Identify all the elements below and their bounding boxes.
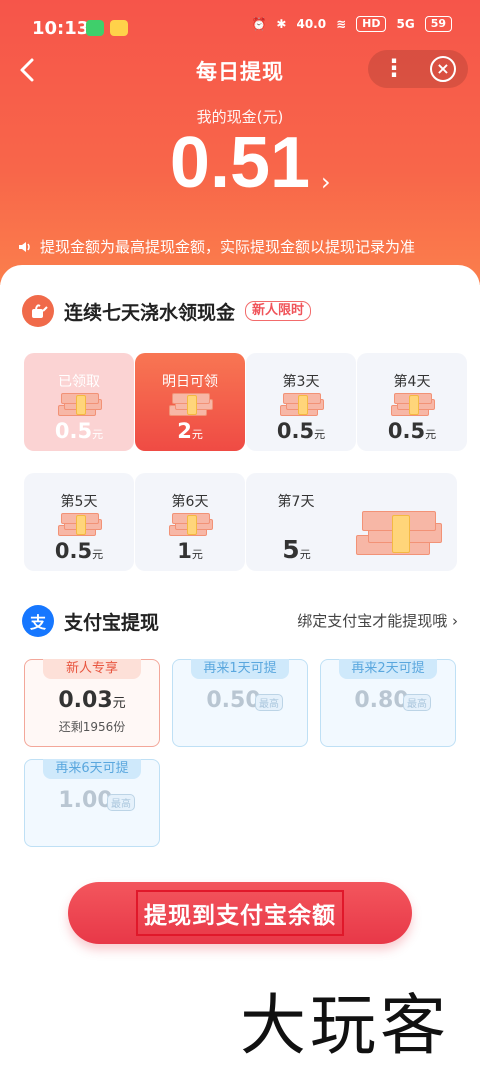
withdraw-option-tag: 再来2天可提 — [339, 659, 437, 679]
day-amount-value: 0.5 — [54, 419, 93, 443]
notice-text: 提现金额为最高提现金额，实际提现金额以提现记录为准 — [40, 238, 416, 256]
day-label: 第7天 — [277, 494, 315, 510]
bind-alipay-link[interactable]: 绑定支付宝才能提现哦 › — [297, 610, 458, 631]
day-amount: 5元 — [136, 535, 457, 564]
checkin-header: 连续七天浇水领现金 新人限时 — [22, 295, 312, 327]
balance-amount[interactable]: 0.51 — [0, 122, 480, 204]
withdraw-option-tag: 再来6天可提 — [43, 759, 141, 779]
withdraw-amount-value: 0.50 — [206, 688, 261, 713]
day-amount: 0.5元 — [24, 539, 134, 563]
day-amount-value: 0.5 — [387, 419, 426, 443]
alipay-icon: 支 — [22, 605, 54, 637]
battery-icon: 59 — [424, 16, 452, 32]
withdraw-option-amount: 0.80元 — [321, 688, 455, 713]
cash-bundle-icon — [169, 513, 213, 537]
withdraw-option-tag: 新人专享 — [43, 659, 141, 679]
cash-bundle-icon — [280, 393, 324, 417]
withdraw-option-remaining: 还剩1956份 — [58, 720, 126, 734]
alipay-title: 支付宝提现 — [64, 611, 160, 634]
checkin-day-card[interactable]: 第7天 5元 — [246, 473, 457, 571]
withdraw-amount-value: 0.80 — [354, 688, 409, 713]
hd-badge: HD — [356, 16, 387, 32]
day-amount-value: 2 — [177, 419, 192, 443]
max-badge: 最高 — [255, 694, 283, 711]
new-user-badge: 新人限时 — [245, 301, 312, 321]
checkin-day-card[interactable]: 第5天 0.5元 — [24, 473, 134, 571]
withdraw-option-amount: 0.50元 — [173, 688, 307, 713]
day-label: 第6天 — [171, 494, 209, 510]
withdraw-amount-unit: 元 — [112, 696, 126, 711]
watermark-logo: 大玩客 — [240, 987, 450, 1064]
mini-program-capsule: ⋮ × — [368, 50, 468, 88]
network-speed: 40.0 — [296, 17, 327, 31]
notice-bar: 提现金额为最高提现金额，实际提现金额以提现记录为准 — [18, 236, 415, 257]
watering-can-icon — [22, 295, 54, 327]
wifi-icon: ≋ — [336, 17, 347, 31]
status-right: ⏰ ✱ 40.0 ≋ HD 5G 59 — [251, 16, 452, 32]
title-bar: 每日提现 ⋮ × — [0, 48, 480, 92]
withdraw-amount-value: 1.00 — [58, 788, 113, 813]
close-icon[interactable]: × — [430, 56, 456, 82]
day-amount-unit: 元 — [92, 428, 104, 441]
withdraw-button-label-box: 提现到支付宝余额 — [128, 882, 352, 944]
cash-bundle-icon — [58, 393, 102, 417]
checkin-day-card[interactable]: 明日可领 2元 — [135, 353, 245, 451]
withdraw-option-card[interactable]: 再来1天可提 0.50元最高 — [172, 659, 308, 747]
content-card: 连续七天浇水领现金 新人限时 已领取 0.5元 明日可领 2元 第3天 0.5元 第4天 0.… — [0, 265, 480, 1073]
withdraw-amount-value: 0.03 — [58, 688, 113, 713]
day-amount-unit: 元 — [92, 548, 104, 561]
cash-bundle-icon — [58, 513, 102, 537]
day-label: 已领取 — [58, 374, 100, 390]
withdraw-option-card[interactable]: 新人专享 0.03元还剩1956份 — [24, 659, 160, 747]
day-amount-value: 5 — [282, 535, 300, 564]
day-label: 第5天 — [60, 494, 98, 510]
status-time: 10:13 — [32, 18, 90, 39]
day-label: 第4天 — [393, 374, 431, 390]
checkin-day-card[interactable]: 已领取 0.5元 — [24, 353, 134, 451]
checkin-title: 连续七天浇水领现金 — [64, 301, 236, 324]
cash-bundle-icon — [169, 393, 213, 417]
bluetooth-icon: ✱ — [276, 17, 287, 31]
max-badge: 最高 — [403, 694, 431, 711]
day-amount-unit: 元 — [314, 428, 326, 441]
signal-icon: 5G — [396, 17, 415, 31]
day-amount-value: 0.5 — [54, 539, 93, 563]
weibo-icon — [110, 20, 128, 36]
header-hero: 10:13 ⏰ ✱ 40.0 ≋ HD 5G 59 每日提现 ⋮ × 我的现金(… — [0, 0, 480, 285]
day-amount-unit: 元 — [191, 428, 203, 441]
checkin-day-card[interactable]: 第4天 0.5元 — [357, 353, 467, 451]
day-amount-value: 0.5 — [276, 419, 315, 443]
withdraw-option-amount: 1.00元 — [25, 788, 159, 813]
speaker-icon — [19, 241, 30, 252]
withdraw-option-amount: 0.03元 — [25, 688, 159, 713]
withdraw-to-alipay-button[interactable]: 提现到支付宝余额 — [68, 882, 412, 944]
withdraw-option-card[interactable]: 再来2天可提 0.80元最高 — [320, 659, 456, 747]
day-amount-unit: 元 — [299, 548, 311, 561]
withdraw-option-card[interactable]: 再来6天可提 1.00元最高 — [24, 759, 160, 847]
max-badge: 最高 — [107, 794, 135, 811]
withdraw-option-tag: 再来1天可提 — [191, 659, 289, 679]
cash-bundle-icon — [391, 393, 435, 417]
day-amount-unit: 元 — [425, 428, 437, 441]
day-amount: 2元 — [135, 419, 245, 443]
wechat-icon — [86, 20, 104, 36]
withdraw-button-label: 提现到支付宝余额 — [136, 890, 344, 936]
day-label: 第3天 — [282, 374, 320, 390]
checkin-day-card[interactable]: 第3天 0.5元 — [246, 353, 356, 451]
day-amount: 0.5元 — [357, 419, 467, 443]
alipay-header: 支 支付宝提现 — [22, 605, 159, 637]
day-amount: 0.5元 — [246, 419, 356, 443]
balance-arrow-icon[interactable]: › — [321, 168, 331, 196]
day-amount: 0.5元 — [24, 419, 134, 443]
alarm-icon: ⏰ — [251, 17, 267, 31]
more-icon[interactable]: ⋮ — [378, 53, 410, 85]
day-label: 明日可领 — [162, 374, 218, 390]
